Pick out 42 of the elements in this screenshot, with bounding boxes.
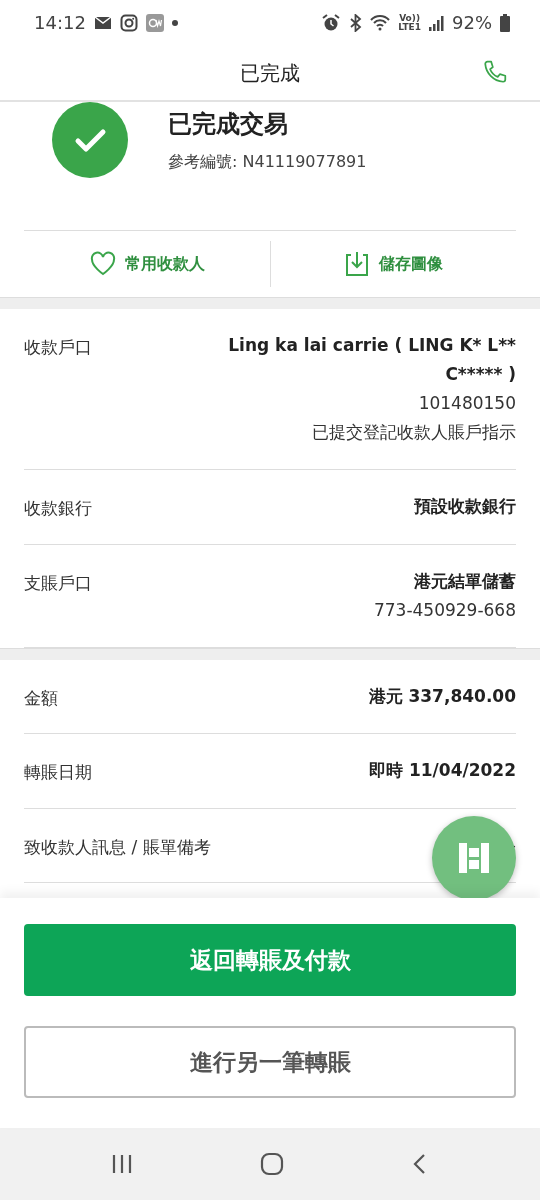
bluetooth-icon [348, 13, 363, 32]
new-transfer-button[interactable]: 進行另一筆轉賬 [24, 1026, 516, 1098]
detail-label: 收款戶口 [24, 336, 92, 359]
back-button[interactable]: 返回轉賬及付款 [24, 924, 516, 996]
favourite-payee-button[interactable]: 常用收款人 [24, 231, 270, 297]
camera-app-icon [119, 13, 138, 32]
chat-button[interactable] [432, 816, 516, 898]
network-label: LTE1 [398, 22, 421, 32]
detail-value: 港元結單儲蓄 [413, 569, 516, 593]
detail-value: 即時 11/04/2022 [369, 759, 516, 782]
battery-percent: 92% [452, 11, 492, 35]
detail-label: 收款銀行 [24, 497, 92, 520]
detail-label: 支賬戶口 [24, 571, 92, 595]
notification-dot-icon [171, 19, 178, 26]
result-title: 已完成交易 [168, 109, 289, 140]
wifi-icon [370, 13, 391, 32]
detail-value: 港元 337,840.00 [368, 684, 516, 708]
app-notification-icon [145, 13, 164, 32]
alarm-icon [322, 13, 341, 32]
detail-value: 101480150 [417, 392, 516, 415]
home-icon [260, 1152, 284, 1176]
mail-icon [93, 14, 112, 31]
detail-value: 預設收款銀行 [414, 495, 516, 518]
detail-value: 773-450929-668 [373, 598, 516, 622]
clock-time: 14:12 [34, 11, 86, 35]
detail-value: Ling ka lai carrie ( LING K* L** C***** ) [227, 334, 516, 386]
back-icon [412, 1153, 428, 1175]
heart-icon [88, 250, 117, 278]
detail-label: 轉賬日期 [24, 761, 92, 784]
save-image-button[interactable]: 儲存圖像 [270, 231, 516, 297]
chat-logo-icon [456, 840, 492, 876]
signal-icon [429, 14, 444, 31]
detail-value: - [509, 833, 516, 857]
battery-icon [500, 13, 510, 32]
network-label: Vo)) [399, 13, 421, 23]
recent-apps-icon [112, 1153, 132, 1175]
reference-number: 參考編號: N41119077891 [168, 151, 367, 173]
detail-label: 致收款人訊息 / 賬單備考 [24, 835, 211, 859]
detail-label: 金額 [24, 686, 58, 710]
detail-value: 已提交登記收款人賬戶指示 [311, 421, 516, 444]
phone-button[interactable] [482, 59, 508, 85]
page-title: 已完成 [240, 59, 300, 87]
